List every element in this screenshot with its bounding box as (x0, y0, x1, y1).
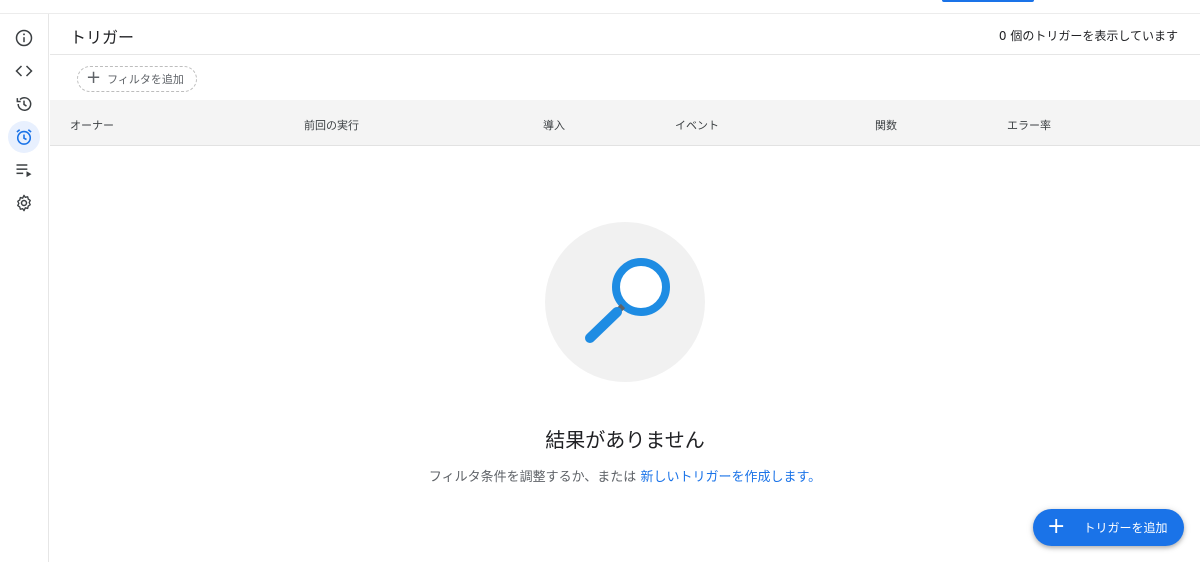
empty-state-illustration (545, 222, 705, 382)
column-header-deployment[interactable]: 導入 (543, 117, 565, 133)
code-icon (15, 65, 33, 77)
column-header-owner[interactable]: オーナー (70, 117, 114, 133)
sidebar (0, 14, 49, 562)
trigger-count: 0 個のトリガーを表示しています (998, 29, 1178, 43)
column-header-event[interactable]: イベント (675, 117, 719, 133)
add-trigger-button[interactable]: + トリガーを追加 (1033, 509, 1184, 546)
empty-state-title: 結果がありません (545, 428, 705, 452)
sidebar-item-triggers[interactable] (8, 121, 40, 153)
column-header-last-run[interactable]: 前回の実行 (304, 117, 359, 133)
empty-state-subtitle: フィルタ条件を調整するか、または 新しいトリガーを作成します。 (50, 466, 1200, 485)
sidebar-item-executions[interactable] (8, 154, 40, 186)
sidebar-item-overview[interactable] (8, 22, 40, 54)
column-header-error-rate[interactable]: エラー率 (1007, 117, 1051, 133)
history-icon (16, 97, 32, 111)
add-filter-button[interactable]: + フィルタを追加 (77, 66, 197, 92)
alarm-clock-icon (16, 129, 32, 145)
top-button-edge[interactable] (942, 0, 1034, 2)
top-strip (0, 0, 1200, 14)
sidebar-item-editor[interactable] (8, 55, 40, 87)
main-content: トリガー 0 個のトリガーを表示しています + フィルタを追加 オーナー 前回の… (50, 14, 1200, 562)
column-header-function[interactable]: 関数 (875, 117, 897, 133)
empty-state-subtitle-text: フィルタ条件を調整するか、または (428, 470, 641, 485)
sidebar-item-history[interactable] (8, 88, 40, 120)
executions-icon (16, 164, 32, 178)
gear-icon (17, 194, 31, 212)
add-trigger-label: トリガーを追加 (1083, 521, 1168, 535)
plus-icon: + (86, 67, 102, 88)
info-icon (15, 29, 33, 47)
sidebar-item-settings[interactable] (8, 187, 40, 219)
magnifier-icon (585, 258, 670, 343)
page-title: トリガー (70, 28, 135, 47)
table-header: オーナー 前回の実行 導入 イベント 関数 エラー率 (50, 100, 1200, 146)
add-filter-label: フィルタを追加 (107, 73, 184, 86)
create-trigger-link[interactable]: 新しいトリガーを作成します。 (640, 470, 821, 485)
page-header: トリガー 0 個のトリガーを表示しています (50, 14, 1200, 55)
plus-icon: + (1047, 513, 1066, 539)
filter-row: + フィルタを追加 (50, 55, 1200, 100)
